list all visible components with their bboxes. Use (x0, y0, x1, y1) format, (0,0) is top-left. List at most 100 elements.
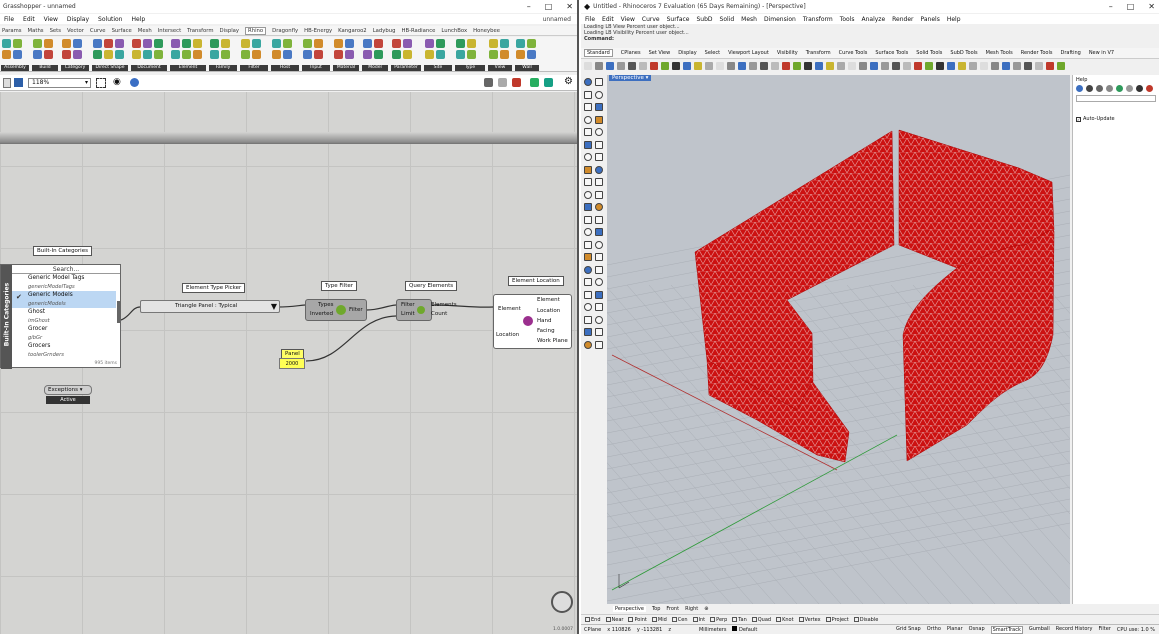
modeling-tool-icon[interactable] (595, 303, 603, 311)
component-icon[interactable] (345, 50, 354, 59)
component-icon[interactable] (104, 39, 113, 48)
zoom-extents-icon[interactable] (96, 78, 106, 88)
navigation-compass-icon[interactable] (551, 591, 573, 613)
component-icon[interactable] (456, 39, 465, 48)
component-icon[interactable] (132, 50, 141, 59)
panel-search-field[interactable] (1076, 95, 1156, 102)
component-icon[interactable] (73, 39, 82, 48)
toolbar-tool-icon[interactable] (892, 62, 900, 70)
modeling-tool-icon[interactable] (595, 315, 603, 324)
panel-tab-icon[interactable] (1086, 85, 1093, 92)
osnap-int[interactable]: Int (692, 616, 705, 623)
toolbar-tool-icon[interactable] (716, 62, 724, 70)
component-icon[interactable] (516, 39, 525, 48)
component-icon[interactable] (182, 50, 191, 59)
component-icon[interactable] (93, 50, 102, 59)
component-icon[interactable] (171, 39, 180, 48)
list-item-key[interactable]: imGhost (12, 317, 116, 326)
toolbar-tool-icon[interactable] (859, 62, 867, 70)
toolbar-tool-icon[interactable] (837, 62, 845, 70)
tab-params[interactable]: Params (2, 28, 22, 34)
modeling-tool-icon[interactable] (595, 90, 603, 99)
preview-eye-icon[interactable]: ◉ (113, 77, 121, 87)
tab-vector[interactable]: Vector (67, 28, 84, 34)
status-toggle-osnap[interactable]: Osnap (969, 626, 985, 634)
file-icon[interactable] (3, 78, 11, 88)
perspective-viewport[interactable]: Perspective ▾ (607, 75, 1070, 604)
component-icon[interactable] (303, 39, 312, 48)
modeling-tool-icon[interactable] (584, 278, 592, 286)
view-tab-perspective[interactable]: Perspective (613, 606, 646, 612)
component-icon[interactable] (303, 50, 312, 59)
component-icon[interactable] (44, 50, 53, 59)
rhino-maximize-icon[interactable]: □ (1127, 2, 1135, 11)
toolbar-tool-icon[interactable] (771, 62, 779, 70)
toolbar-tool-icon[interactable] (782, 62, 790, 70)
list-item-key[interactable]: genericModelTags (12, 283, 116, 292)
rhino-menu-curve[interactable]: Curve (642, 16, 660, 23)
rhino-menu-surface[interactable]: Surface (667, 16, 690, 23)
toolbar-tool-icon[interactable] (881, 62, 889, 70)
component-icon[interactable] (403, 50, 412, 59)
modeling-tool-icon[interactable] (584, 240, 592, 249)
modeling-tool-icon[interactable] (595, 190, 603, 199)
tab-kangaroo2[interactable]: Kangaroo2 (338, 28, 367, 34)
menu-help[interactable]: Help (132, 16, 146, 23)
component-icon[interactable] (252, 50, 261, 59)
modeling-tool-icon[interactable] (584, 153, 592, 161)
view-tab-right[interactable]: Right (685, 606, 698, 612)
preview-colors-icon[interactable] (544, 78, 553, 87)
tab-hb-radiance[interactable]: HB-Radiance (401, 28, 435, 34)
toolbar-tab-drafting[interactable]: Drafting (1060, 50, 1080, 56)
osnap-perp[interactable]: Perp (710, 616, 727, 623)
list-item[interactable]: Grocer (12, 325, 116, 334)
close-icon[interactable]: ✕ (566, 2, 573, 11)
toolbar-tool-icon[interactable] (870, 62, 878, 70)
rhino-menu-panels[interactable]: Panels (921, 16, 940, 23)
component-icon[interactable] (392, 50, 401, 59)
command-prompt[interactable]: Command: (584, 36, 689, 42)
category-list[interactable]: Generic Model Tags genericModelTags Generi… (12, 274, 116, 359)
component-icon[interactable] (73, 50, 82, 59)
component-icon[interactable] (425, 50, 434, 59)
modeling-tool-icon[interactable] (584, 165, 592, 174)
modeling-tool-icon[interactable] (584, 228, 592, 236)
component-icon[interactable] (241, 50, 250, 59)
modeling-tool-icon[interactable] (584, 315, 592, 324)
toolbar-tool-icon[interactable] (749, 62, 757, 70)
toolbar-tab-cplanes[interactable]: CPlanes (621, 50, 641, 56)
modeling-tool-icon[interactable] (595, 240, 603, 249)
tab-mesh[interactable]: Mesh (138, 28, 152, 34)
component-icon[interactable] (363, 39, 372, 48)
tab-hb-energy[interactable]: HB-Energy (304, 28, 332, 34)
toolbar-tab-viewport-layout[interactable]: Viewport Layout (728, 50, 769, 56)
osnap-tan[interactable]: Tan (732, 616, 747, 623)
toolbar-tab-transform[interactable]: Transform (806, 50, 831, 56)
component-icon[interactable] (154, 39, 163, 48)
toolbar-tool-icon[interactable] (848, 62, 856, 70)
panel-tab-icon[interactable] (1106, 85, 1113, 92)
component-icon[interactable] (143, 39, 152, 48)
list-item-key[interactable]: genericModels (12, 299, 116, 308)
modeling-tool-icon[interactable] (595, 328, 603, 336)
toolbar-tab-curve-tools[interactable]: Curve Tools (839, 50, 868, 56)
toolbar-tool-icon[interactable] (661, 62, 669, 70)
save-icon[interactable] (14, 78, 23, 87)
osnap-point[interactable]: Point (628, 616, 647, 623)
component-icon[interactable] (500, 39, 509, 48)
modeling-tool-icon[interactable] (595, 215, 603, 224)
rhino-menu-transform[interactable]: Transform (803, 16, 833, 23)
element-location-component[interactable]: Element Location Element Location Hand F… (493, 294, 572, 349)
list-item[interactable]: Grocers (12, 342, 116, 351)
auto-update-checkbox[interactable]: ✓ Auto-Update (1076, 116, 1156, 122)
tab-transform[interactable]: Transform (187, 28, 213, 34)
osnap-end[interactable]: End (585, 616, 601, 623)
osnap-mid[interactable]: Mid (651, 616, 667, 623)
tab-display[interactable]: Display (220, 28, 240, 34)
modeling-tool-icon[interactable] (584, 290, 592, 299)
component-icon[interactable] (154, 50, 163, 59)
toolbar-tab-solid-tools[interactable]: Solid Tools (916, 50, 942, 56)
component-icon[interactable] (115, 39, 124, 48)
element-type-picker[interactable]: Triangle Panel : Typical ▼ (140, 300, 280, 313)
toolbar-tool-icon[interactable] (727, 62, 735, 70)
